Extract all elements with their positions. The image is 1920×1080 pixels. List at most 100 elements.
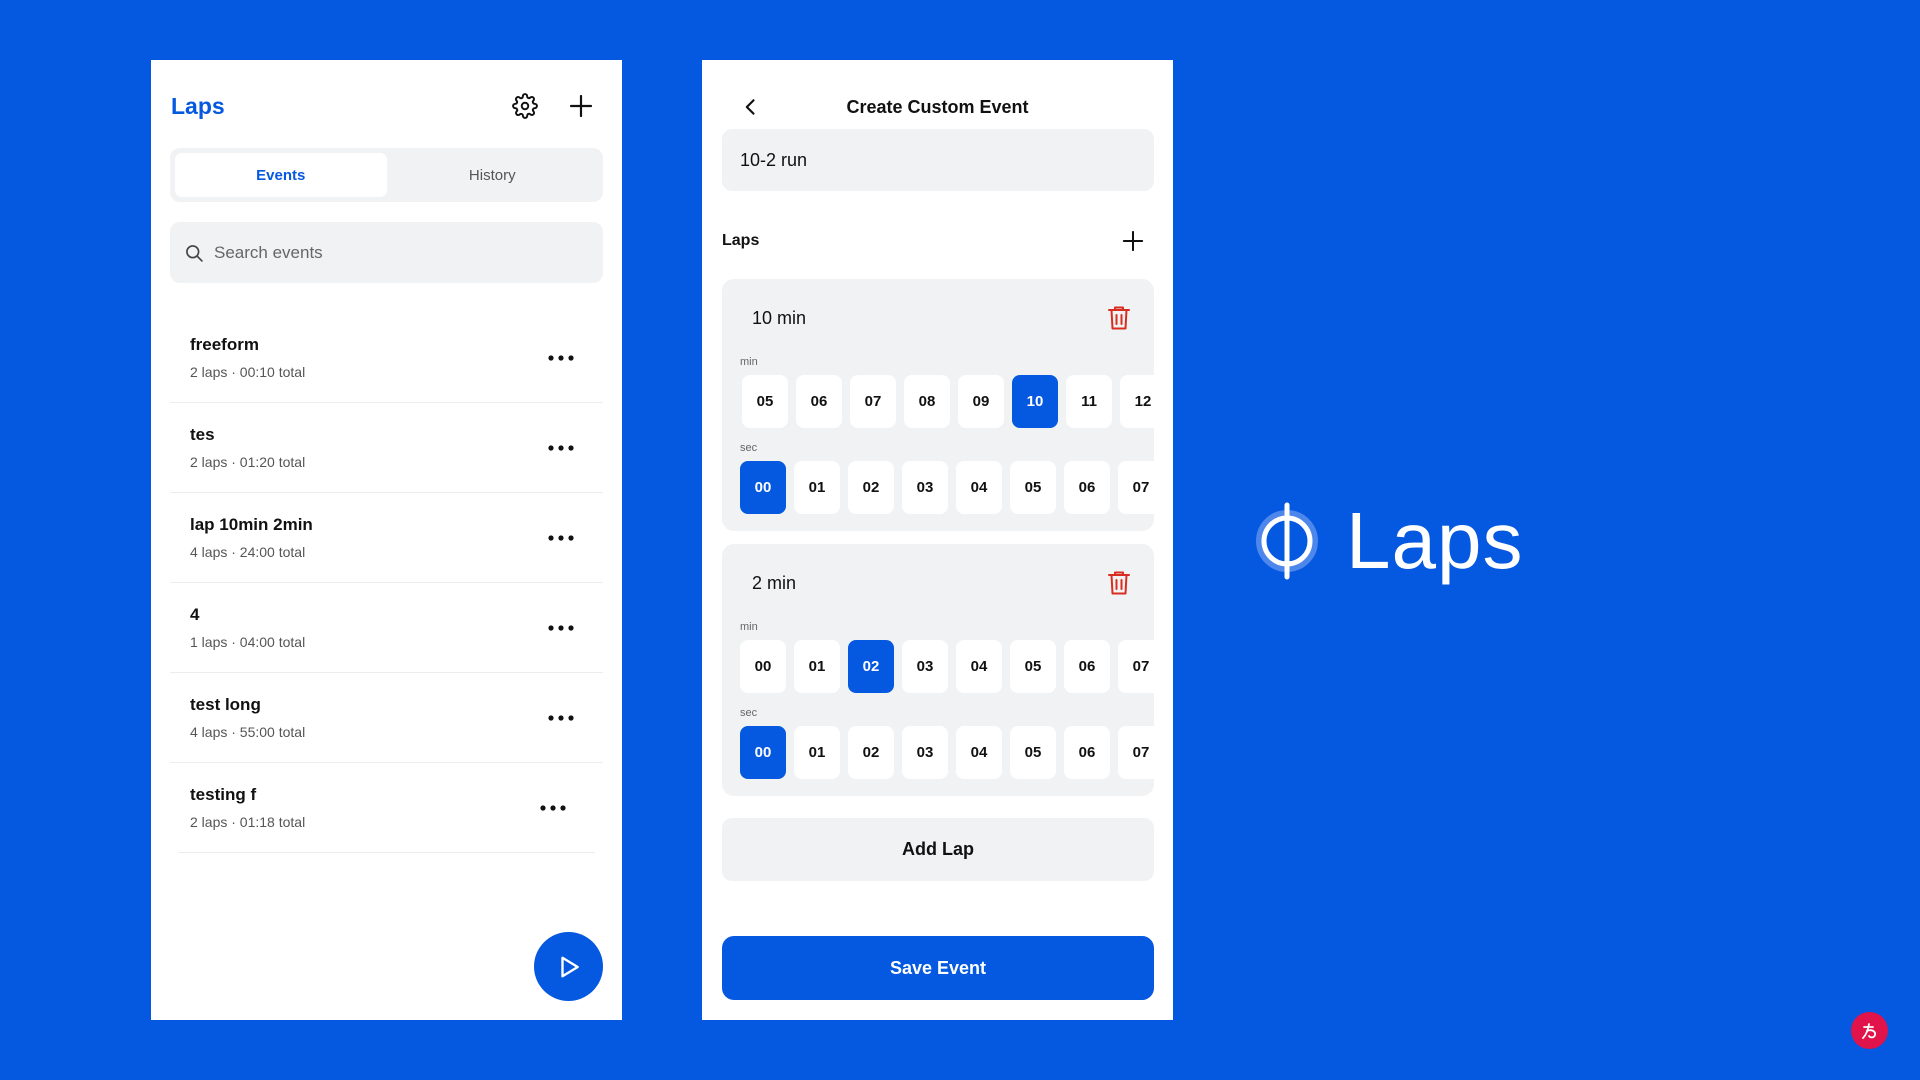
add-lap-button[interactable]: Add Lap [722,818,1154,881]
search-input[interactable] [214,242,594,263]
tab-events[interactable]: Events [175,153,387,197]
more-options-button[interactable] [535,793,571,823]
list-item[interactable]: lap 10min 2min 4 laps · 24:00 total [170,493,603,583]
event-meta: 1 laps · 04:00 total [190,634,306,650]
event-meta: 2 laps · 01:18 total [190,814,306,830]
more-horizontal-icon [548,714,574,721]
delete-lap-button[interactable] [1100,564,1138,602]
event-meta: 2 laps · 00:10 total [190,364,306,380]
lap-header: 10 min [752,299,1138,337]
second-option[interactable]: 07 [1118,461,1154,514]
add-lap-icon-button[interactable] [1112,220,1154,262]
minute-option[interactable]: 12 [1120,375,1154,428]
second-picker[interactable]: 00 01 02 03 04 05 06 07 [740,726,1154,779]
second-picker[interactable]: 00 01 02 03 04 05 06 07 [740,461,1154,514]
min-picker-label: min [740,621,758,633]
back-button[interactable] [732,88,770,126]
minute-option[interactable]: 03 [902,640,948,693]
more-options-button[interactable] [543,613,579,643]
segmented-tabs: Events History [170,148,603,202]
events-screen: Laps Events History freeform 2 [151,60,622,1020]
minute-option[interactable]: 01 [794,640,840,693]
page-title: Create Custom Event [846,96,1029,117]
more-options-button[interactable] [543,433,579,463]
second-option[interactable]: 05 [1010,461,1056,514]
minute-option[interactable]: 07 [850,375,896,428]
second-option-selected[interactable]: 00 [740,461,786,514]
event-name-input[interactable] [722,129,1154,191]
second-option[interactable]: 03 [902,726,948,779]
more-horizontal-icon [548,624,574,631]
event-info: freeform 2 laps · 00:10 total [190,335,543,380]
second-option[interactable]: 01 [794,726,840,779]
more-horizontal-icon [548,444,574,451]
create-header: Create Custom Event [702,78,1173,136]
minute-option[interactable]: 06 [1064,640,1110,693]
laps-logo-icon [1256,502,1318,580]
event-name: lap 10min 2min [190,515,313,534]
minute-option[interactable]: 05 [1010,640,1056,693]
more-options-button[interactable] [543,343,579,373]
delete-lap-button[interactable] [1100,299,1138,337]
list-item[interactable]: test long 4 laps · 55:00 total [170,673,603,763]
minute-option[interactable]: 04 [956,640,1002,693]
chevron-left-icon [745,99,755,115]
lap-header: 2 min [752,564,1138,602]
second-option[interactable]: 03 [902,461,948,514]
brand-name: Laps [1346,496,1524,585]
event-meta: 4 laps · 24:00 total [190,544,306,560]
second-option[interactable]: 01 [794,461,840,514]
event-name: testing f [190,785,257,804]
list-item[interactable]: 4 1 laps · 04:00 total [170,583,603,673]
second-option[interactable]: 07 [1118,726,1154,779]
lap-card: 2 min min 00 01 02 03 04 05 06 07 sec 00… [722,544,1154,796]
event-info: 4 1 laps · 04:00 total [190,605,543,650]
brand-lockup: Laps [1250,495,1523,587]
minute-picker[interactable]: 05 06 07 08 09 10 11 12 [742,375,1154,428]
second-option-selected[interactable]: 00 [740,726,786,779]
app-title: Laps [171,92,225,119]
minute-option-selected[interactable]: 10 [1012,375,1058,428]
play-icon [560,956,579,977]
second-option[interactable]: 06 [1064,726,1110,779]
second-option[interactable]: 06 [1064,461,1110,514]
settings-button[interactable] [504,85,546,127]
minute-option-selected[interactable]: 02 [848,640,894,693]
plus-icon [569,94,593,118]
minute-option[interactable]: 07 [1118,640,1154,693]
search-bar [170,222,603,283]
second-option[interactable]: 05 [1010,726,1056,779]
list-item[interactable]: testing f 2 laps · 01:18 total [178,763,595,853]
minute-option[interactable]: 00 [740,640,786,693]
more-options-button[interactable] [543,703,579,733]
add-event-button[interactable] [560,85,602,127]
minute-option[interactable]: 06 [796,375,842,428]
save-event-button[interactable]: Save Event [722,936,1154,1000]
sec-picker-label: sec [740,442,758,454]
minute-picker[interactable]: 00 01 02 03 04 05 06 07 [740,640,1154,693]
more-horizontal-icon [540,804,566,811]
more-options-button[interactable] [543,523,579,553]
list-item[interactable]: freeform 2 laps · 00:10 total [170,313,603,403]
start-run-button[interactable] [534,932,603,1001]
lap-card: 10 min min 05 06 07 08 09 10 11 12 sec 0… [722,279,1154,531]
search-icon [186,244,203,262]
second-option[interactable]: 04 [956,726,1002,779]
event-info: tes 2 laps · 01:20 total [190,425,543,470]
second-option[interactable]: 02 [848,461,894,514]
second-option[interactable]: 02 [848,726,894,779]
second-option[interactable]: 04 [956,461,1002,514]
event-meta: 2 laps · 01:20 total [190,454,306,470]
tab-history[interactable]: History [387,153,599,197]
min-picker-label: min [740,356,758,368]
laps-section-header: Laps [722,220,1154,262]
minute-option[interactable]: 08 [904,375,950,428]
more-horizontal-icon [548,354,574,361]
laps-label: Laps [722,232,760,249]
minute-option[interactable]: 05 [742,375,788,428]
lap-title: 2 min [752,572,797,593]
minute-option[interactable]: 11 [1066,375,1112,428]
list-item[interactable]: tes 2 laps · 01:20 total [170,403,603,493]
minute-option[interactable]: 09 [958,375,1004,428]
event-meta: 4 laps · 55:00 total [190,724,306,740]
